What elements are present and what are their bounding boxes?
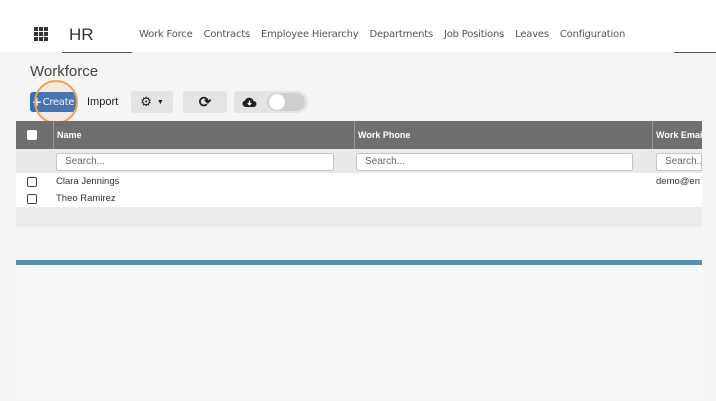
import-button[interactable]: Import bbox=[87, 92, 118, 112]
column-header-name[interactable]: Name bbox=[53, 121, 354, 149]
cell-name: Theo Ramirez bbox=[56, 193, 116, 204]
nav-item-work-force[interactable]: Work Force bbox=[139, 29, 193, 40]
filter-row: Search... Search... Search... bbox=[16, 149, 702, 173]
cloud-download-icon bbox=[241, 97, 256, 108]
nav-item-departments[interactable]: Departments bbox=[369, 29, 433, 40]
column-header-work-phone[interactable]: Work Phone bbox=[354, 121, 652, 149]
nav-item-configuration[interactable]: Configuration bbox=[560, 29, 625, 40]
row-checkbox[interactable] bbox=[27, 194, 37, 204]
name-search-input[interactable]: Search... bbox=[56, 153, 334, 171]
cloud-download-button[interactable] bbox=[234, 91, 264, 113]
toggle-knob bbox=[269, 94, 285, 110]
nav-item-job-positions[interactable]: Job Positions bbox=[444, 29, 504, 40]
panel-accent-bar bbox=[16, 260, 702, 265]
top-bar: HR Work Force Contracts Employee Hierarc… bbox=[0, 0, 716, 53]
table-header: Name Work Phone Work Email bbox=[16, 121, 702, 149]
refresh-button[interactable]: ⟳ bbox=[183, 91, 227, 113]
bottom-panel bbox=[16, 260, 702, 400]
view-toggle[interactable] bbox=[264, 91, 308, 113]
cell-work-email: demo@en bbox=[656, 176, 700, 187]
table-footer-row bbox=[16, 207, 702, 227]
refresh-icon: ⟳ bbox=[198, 94, 212, 111]
work-email-search-input[interactable]: Search... bbox=[656, 153, 702, 171]
nav-item-contracts[interactable]: Contracts bbox=[204, 29, 251, 40]
create-button[interactable]: + Create bbox=[30, 92, 76, 112]
cell-name: Clara Jennings bbox=[56, 176, 120, 187]
create-button-label: Create bbox=[42, 96, 75, 108]
nav-underline bbox=[674, 52, 716, 53]
app-title-underline bbox=[62, 52, 132, 53]
select-all-checkbox[interactable] bbox=[27, 130, 37, 140]
employee-table: Name Work Phone Work Email Search... Sea… bbox=[16, 121, 702, 227]
table-row[interactable]: Clara Jennings demo@en bbox=[16, 173, 702, 190]
apps-grid-icon[interactable] bbox=[34, 27, 48, 41]
actions-gear-button[interactable]: ⚙ ▼ bbox=[131, 91, 173, 113]
gear-icon: ⚙ bbox=[140, 94, 152, 109]
plus-icon: + bbox=[31, 95, 42, 109]
nav-item-employee-hierarchy[interactable]: Employee Hierarchy bbox=[261, 29, 359, 40]
column-header-work-email[interactable]: Work Email bbox=[652, 121, 702, 149]
work-phone-search-input[interactable]: Search... bbox=[356, 153, 633, 171]
chevron-down-icon: ▼ bbox=[156, 98, 164, 106]
page-title: Workforce bbox=[30, 63, 99, 80]
app-title[interactable]: HR bbox=[69, 25, 94, 45]
nav-item-leaves[interactable]: Leaves bbox=[515, 29, 549, 40]
main-nav: Work Force Contracts Employee Hierarchy … bbox=[139, 29, 636, 40]
row-checkbox[interactable] bbox=[27, 177, 37, 187]
table-row[interactable]: Theo Ramirez bbox=[16, 190, 702, 207]
